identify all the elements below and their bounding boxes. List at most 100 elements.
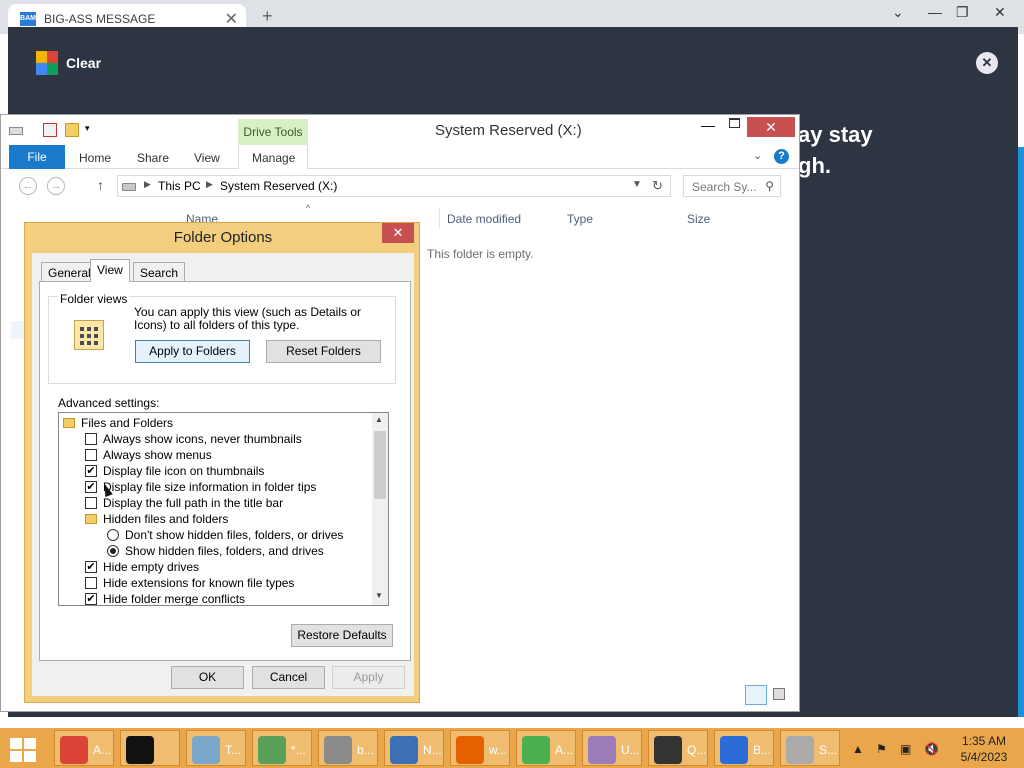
taskbar-item-label: N... <box>423 743 442 757</box>
breadcrumb-separator-icon[interactable]: ▶ <box>144 179 151 190</box>
tab-close-icon[interactable]: ✕ <box>225 9 238 29</box>
ribbon-tab-file[interactable]: File <box>9 145 65 169</box>
taskbar-item-paint[interactable]: U... <box>582 730 642 766</box>
search-icon[interactable]: ⚲ <box>765 179 774 193</box>
apply-button: Apply <box>332 666 405 689</box>
search-input[interactable]: Search Sy... ⚲ <box>683 175 781 197</box>
taskbar-item-app-q[interactable]: Q... <box>648 730 708 766</box>
taskbar-item-network[interactable]: N... <box>384 730 444 766</box>
close-icon[interactable]: ✕ <box>994 4 1006 21</box>
minimize-icon[interactable]: — <box>928 4 942 20</box>
firefox-icon <box>456 736 484 764</box>
dialog-title: Folder Options <box>173 229 273 246</box>
apply-to-folders-button[interactable]: Apply to Folders <box>135 340 250 363</box>
checkbox[interactable] <box>85 497 97 509</box>
up-arrow-icon[interactable]: ↑ <box>97 177 104 193</box>
minimize-icon[interactable]: — <box>701 117 715 133</box>
large-icons-view-icon[interactable] <box>773 688 785 700</box>
cancel-button[interactable]: Cancel <box>252 666 325 689</box>
chevron-down-icon[interactable]: ⌄ <box>892 4 904 21</box>
tree-row-label: Don't show hidden files, folders, or dri… <box>125 528 344 542</box>
address-input[interactable]: ▶ This PC ▶ System Reserved (X:) ▼ ↻ <box>117 175 671 197</box>
properties-icon[interactable] <box>43 123 57 137</box>
advanced-settings-tree[interactable]: Files and Folders Always show icons, neve… <box>58 412 389 606</box>
explorer-close-button[interactable]: ✕ <box>747 117 795 137</box>
ribbon-expand-icon[interactable]: ⌄ <box>753 149 762 162</box>
breadcrumb-separator-icon[interactable]: ▶ <box>206 179 213 190</box>
taskbar-item-drive[interactable]: S... <box>780 730 840 766</box>
taskbar-item-app-key[interactable]: B... <box>714 730 774 766</box>
tree-scrollbar[interactable]: ▲ ▼ <box>372 413 388 605</box>
sort-caret-icon: ^ <box>306 203 311 213</box>
dialog-close-button[interactable]: ✕ <box>382 223 414 243</box>
taskbar-item-app-a[interactable]: A... <box>516 730 576 766</box>
volume-muted-icon[interactable]: 🔇 <box>924 742 939 756</box>
ribbon-tab-view[interactable]: View <box>194 151 220 165</box>
clock-time[interactable]: 1:35 AM <box>954 734 1014 748</box>
show-hidden-icons-icon[interactable]: ▲ <box>852 742 864 756</box>
help-icon[interactable]: ? <box>774 149 789 164</box>
start-button[interactable] <box>8 736 38 762</box>
taskbar-item-task-manager[interactable]: T... <box>186 730 246 766</box>
app-b-icon <box>324 736 352 764</box>
column-divider[interactable] <box>439 207 440 229</box>
tab-search[interactable]: Search <box>133 262 186 282</box>
tree-row-label: Hide empty drives <box>103 560 200 574</box>
new-folder-icon[interactable] <box>65 123 79 137</box>
windows-logo-icon <box>10 751 22 762</box>
taskbar-item-cmd[interactable] <box>120 730 180 766</box>
scroll-down-icon[interactable]: ▼ <box>375 591 383 600</box>
taskbar-item-chrome[interactable]: A... <box>54 730 114 766</box>
column-header-date-modified[interactable]: Date modified <box>447 212 521 226</box>
ok-button[interactable]: OK <box>171 666 244 689</box>
column-header-type[interactable]: Type <box>567 212 593 226</box>
checkbox[interactable]: ✔ <box>85 465 97 477</box>
maximize-icon[interactable] <box>729 118 740 128</box>
restore-icon[interactable]: ❐ <box>956 4 969 21</box>
reset-folders-button[interactable]: Reset Folders <box>266 340 381 363</box>
tree-row-label: Hide folder merge conflicts <box>103 592 246 606</box>
checkbox[interactable]: ✔ <box>85 481 97 493</box>
breadcrumb-this-pc[interactable]: This PC <box>158 179 201 193</box>
taskbar-item-app-b[interactable]: b... <box>318 730 378 766</box>
ribbon-tab-manage[interactable]: Manage <box>238 145 308 169</box>
ribbon-tab-home[interactable]: Home <box>79 151 111 165</box>
radio-button[interactable] <box>107 545 119 557</box>
radio-button[interactable] <box>107 529 119 541</box>
scroll-thumb[interactable] <box>374 431 386 499</box>
ribbon-tab-share[interactable]: Share <box>137 151 169 165</box>
tree-row-label: Show hidden files, folders, and drives <box>125 544 324 558</box>
drive-icon <box>786 736 814 764</box>
scroll-up-icon[interactable]: ▲ <box>375 415 383 424</box>
tab-view[interactable]: View <box>90 259 130 282</box>
folder-icon <box>85 514 97 524</box>
refresh-icon[interactable]: ↻ <box>652 178 663 194</box>
network-icon[interactable]: ▣ <box>900 742 911 756</box>
checkbox[interactable]: ✔ <box>85 593 97 605</box>
network-icon <box>390 736 418 764</box>
explorer-titlebar: ▾ Drive Tools System Reserved (X:) — ✕ <box>1 115 799 145</box>
qat-dropdown-icon[interactable]: ▾ <box>85 123 99 137</box>
taskbar-item-notepad[interactable]: *... <box>252 730 312 766</box>
action-center-flag-icon[interactable]: ⚑ <box>876 742 887 756</box>
checkbox[interactable] <box>85 433 97 445</box>
taskbar-item-label: w... <box>489 743 508 757</box>
checkbox[interactable]: ✔ <box>85 561 97 573</box>
column-header-size[interactable]: Size <box>687 212 710 226</box>
page-close-button[interactable]: ✕ <box>976 52 998 74</box>
address-dropdown-icon[interactable]: ▼ <box>632 179 642 190</box>
checkbox[interactable] <box>85 449 97 461</box>
empty-folder-message: This folder is empty. <box>427 247 534 261</box>
navigation-pane-item[interactable] <box>11 321 25 339</box>
checkbox[interactable] <box>85 577 97 589</box>
clock-date[interactable]: 5/4/2023 <box>954 750 1014 764</box>
folder-views-legend: Folder views <box>58 292 130 306</box>
taskbar-item-firefox[interactable]: w... <box>450 730 510 766</box>
breadcrumb-system-reserved[interactable]: System Reserved (X:) <box>220 179 337 193</box>
forward-arrow-icon[interactable]: → <box>47 177 65 195</box>
search-placeholder: Search Sy... <box>692 180 757 194</box>
restore-defaults-button[interactable]: Restore Defaults <box>291 624 393 647</box>
back-arrow-icon[interactable]: ← <box>19 177 37 195</box>
new-tab-button[interactable]: + <box>262 6 273 27</box>
details-view-icon[interactable] <box>745 685 767 705</box>
